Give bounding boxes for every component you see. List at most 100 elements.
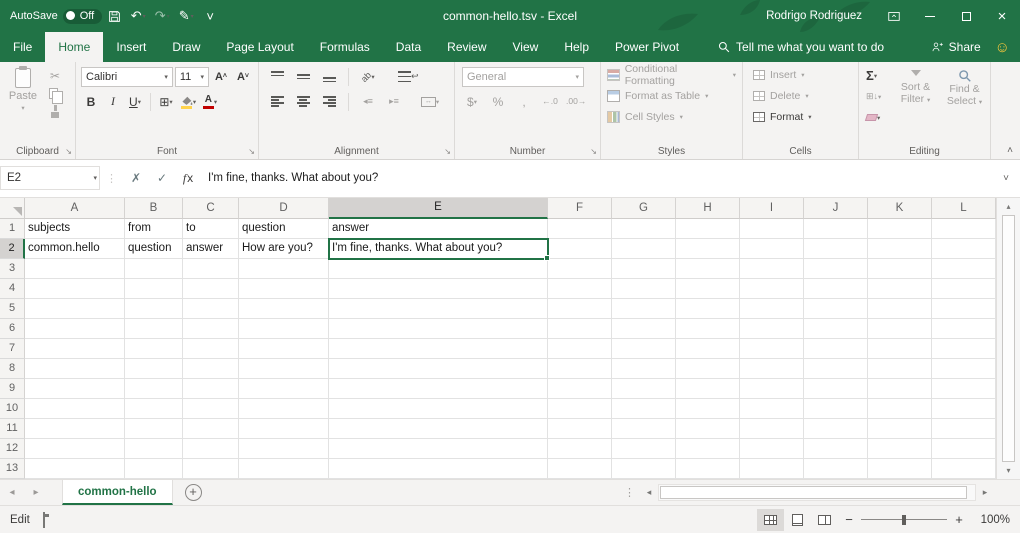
cell-e2[interactable]: I'm fine, thanks. What about you? [329, 239, 548, 259]
cell-a13[interactable] [25, 459, 125, 479]
decrease-indent-button[interactable]: ◂≡ [358, 92, 378, 112]
cell-d11[interactable] [239, 419, 329, 439]
cell-i4[interactable] [740, 279, 804, 299]
cell-d13[interactable] [239, 459, 329, 479]
cell-d10[interactable] [239, 399, 329, 419]
font-color-button[interactable]: A▾ [200, 92, 220, 112]
increase-decimal-button[interactable]: ←.0 [540, 92, 560, 112]
cell-i1[interactable] [740, 219, 804, 239]
formula-input[interactable]: I'm fine, thanks. What about you? [201, 166, 994, 190]
cell-e6[interactable] [329, 319, 548, 339]
number-format-combo[interactable]: General▾ [462, 67, 584, 87]
cell-h1[interactable] [676, 219, 740, 239]
cell-e9[interactable] [329, 379, 548, 399]
cell-e10[interactable] [329, 399, 548, 419]
cell-c5[interactable] [183, 299, 239, 319]
name-box-splitter[interactable]: ⋮ [100, 172, 123, 185]
cell-b13[interactable] [125, 459, 183, 479]
cell-f10[interactable] [548, 399, 612, 419]
cell-j11[interactable] [804, 419, 868, 439]
enter-entry-button[interactable]: ✓ [149, 166, 175, 190]
cell-l9[interactable] [932, 379, 996, 399]
cell-i9[interactable] [740, 379, 804, 399]
normal-view-button[interactable] [757, 509, 784, 531]
format-as-table-button[interactable]: Format as Table▾ [603, 85, 740, 106]
cell-h2[interactable] [676, 239, 740, 259]
cell-a8[interactable] [25, 359, 125, 379]
cell-b7[interactable] [125, 339, 183, 359]
cell-f2[interactable] [548, 239, 612, 259]
tab-power-pivot[interactable]: Power Pivot [602, 32, 692, 62]
autosum-button[interactable]: Σ▾ [863, 66, 890, 85]
cell-b11[interactable] [125, 419, 183, 439]
cell-l6[interactable] [932, 319, 996, 339]
clear-button[interactable]: ▾ [863, 108, 890, 127]
cell-b3[interactable] [125, 259, 183, 279]
zoom-out-button[interactable]: − [838, 512, 860, 527]
cell-g4[interactable] [612, 279, 676, 299]
cell-styles-button[interactable]: Cell Styles▾ [603, 106, 740, 127]
cell-k7[interactable] [868, 339, 932, 359]
maximize-button[interactable] [948, 0, 984, 32]
column-header-f[interactable]: F [548, 198, 612, 219]
sort-filter-button[interactable]: Sort & Filter ▾ [892, 66, 939, 127]
cell-c11[interactable] [183, 419, 239, 439]
cell-e11[interactable] [329, 419, 548, 439]
cell-f12[interactable] [548, 439, 612, 459]
zoom-slider[interactable] [861, 509, 947, 531]
cell-g6[interactable] [612, 319, 676, 339]
cell-h8[interactable] [676, 359, 740, 379]
cell-c13[interactable] [183, 459, 239, 479]
close-button[interactable]: × [984, 0, 1020, 32]
cell-j12[interactable] [804, 439, 868, 459]
cell-j9[interactable] [804, 379, 868, 399]
cell-l11[interactable] [932, 419, 996, 439]
cell-a10[interactable] [25, 399, 125, 419]
cell-e3[interactable] [329, 259, 548, 279]
tab-data[interactable]: Data [383, 32, 434, 62]
cell-j7[interactable] [804, 339, 868, 359]
cell-l3[interactable] [932, 259, 996, 279]
cell-d1[interactable]: question [239, 219, 329, 239]
undo-button[interactable]: ↶▾ [126, 0, 150, 32]
row-header-2[interactable]: 2 [0, 239, 25, 259]
accounting-format-button[interactable]: $▾ [462, 92, 482, 112]
cell-e1[interactable]: answer [329, 219, 548, 239]
previous-sheet-button[interactable]: ◂ [0, 480, 24, 505]
cell-a2[interactable]: common.hello [25, 239, 125, 259]
cell-g2[interactable] [612, 239, 676, 259]
cell-b12[interactable] [125, 439, 183, 459]
cell-l4[interactable] [932, 279, 996, 299]
tab-scrollbar-splitter[interactable]: ⋮ [619, 480, 640, 505]
cell-c3[interactable] [183, 259, 239, 279]
paste-button[interactable]: Paste ▾ [4, 65, 42, 120]
cell-f11[interactable] [548, 419, 612, 439]
cell-i11[interactable] [740, 419, 804, 439]
cut-button[interactable]: ✂ [45, 67, 65, 84]
expand-formula-bar-button[interactable]: ˅ [994, 173, 1018, 184]
page-layout-view-button[interactable] [784, 509, 811, 531]
cell-h5[interactable] [676, 299, 740, 319]
row-header-13[interactable]: 13 [0, 459, 25, 479]
cell-j13[interactable] [804, 459, 868, 479]
cell-h11[interactable] [676, 419, 740, 439]
cell-g3[interactable] [612, 259, 676, 279]
cell-k12[interactable] [868, 439, 932, 459]
top-align-button[interactable] [267, 67, 287, 87]
zoom-in-button[interactable]: + [948, 512, 970, 527]
bottom-align-button[interactable] [319, 67, 339, 87]
comma-style-button[interactable]: , [514, 92, 534, 112]
cell-c7[interactable] [183, 339, 239, 359]
font-dialog-launcher[interactable]: ↘ [248, 147, 255, 156]
ribbon-display-options-button[interactable] [876, 0, 912, 32]
cell-k2[interactable] [868, 239, 932, 259]
cell-l5[interactable] [932, 299, 996, 319]
font-size-combo[interactable]: 11▾ [175, 67, 209, 87]
cell-e7[interactable] [329, 339, 548, 359]
cell-h6[interactable] [676, 319, 740, 339]
cell-d7[interactable] [239, 339, 329, 359]
tab-file[interactable]: File [0, 32, 45, 62]
row-header-8[interactable]: 8 [0, 359, 25, 379]
row-header-10[interactable]: 10 [0, 399, 25, 419]
hscroll-right-button[interactable]: ▸ [976, 480, 994, 505]
